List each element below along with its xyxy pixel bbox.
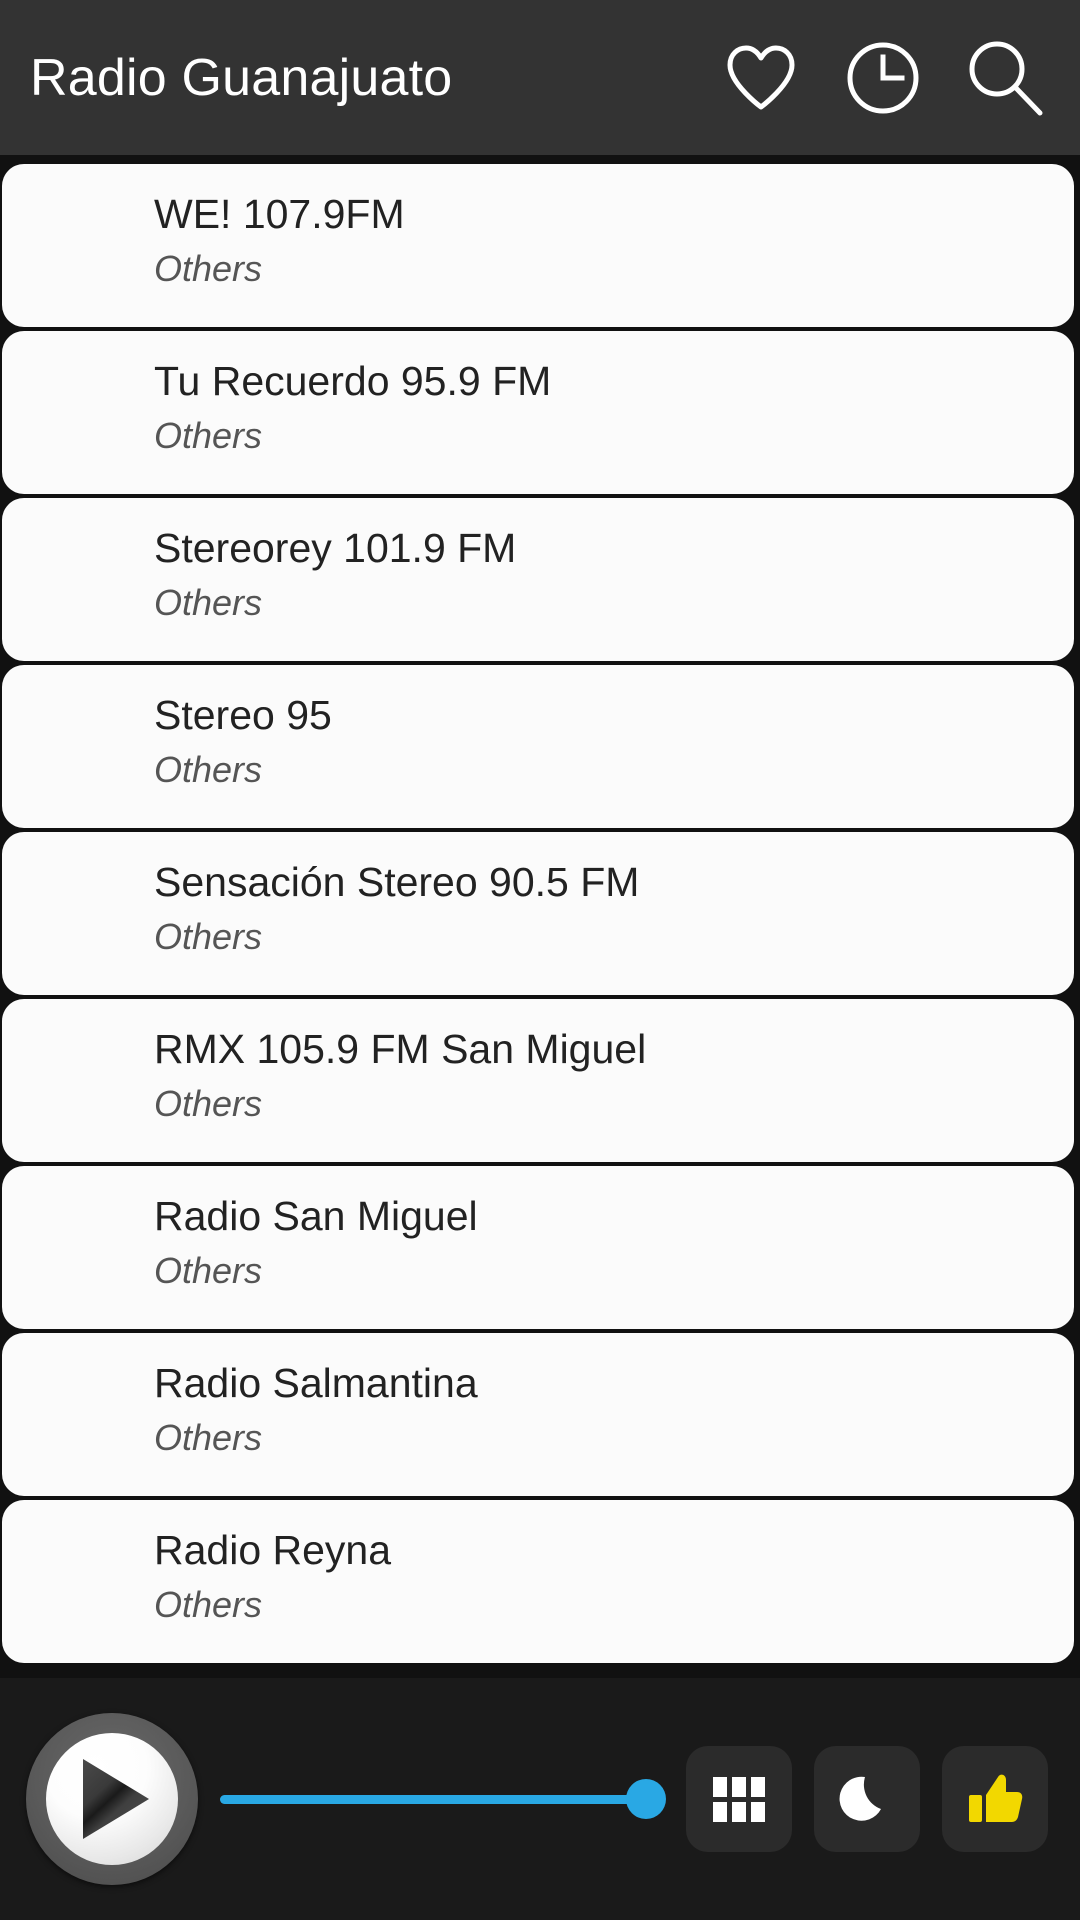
station-name: Tu Recuerdo 95.9 FM <box>154 358 552 404</box>
station-list-item[interactable]: Radio Salmantina Others <box>2 1333 1074 1496</box>
station-genre: Others <box>154 916 263 958</box>
station-list-item[interactable]: Radio San Miguel Others <box>2 1166 1074 1329</box>
app-header: Radio Guanajuato <box>0 0 1080 155</box>
volume-thumb[interactable] <box>626 1779 666 1819</box>
station-genre: Others <box>154 749 263 791</box>
radio-app-screen: Radio Guanajuato WE! 107.9FM Others Tu R… <box>0 0 1080 1920</box>
volume-fill <box>220 1794 646 1804</box>
header-actions <box>718 35 1054 121</box>
station-genre: Others <box>154 1584 263 1626</box>
page-title: Radio Guanajuato <box>30 48 453 107</box>
station-genre: Others <box>154 582 263 624</box>
player-bar <box>0 1678 1080 1920</box>
station-list-item[interactable]: Stereorey 101.9 FM Others <box>2 498 1074 661</box>
like-button[interactable] <box>942 1746 1048 1852</box>
station-list-item[interactable]: Tu Recuerdo 95.9 FM Others <box>2 331 1074 494</box>
heart-icon <box>724 44 798 112</box>
search-button[interactable] <box>962 35 1048 121</box>
search-icon <box>964 37 1046 119</box>
station-genre: Others <box>154 248 263 290</box>
station-list[interactable]: WE! 107.9FM Others Tu Recuerdo 95.9 FM Othe… <box>0 155 1080 1678</box>
station-name: Stereorey 101.9 FM <box>154 525 517 571</box>
station-name: RMX 105.9 FM San Miguel <box>154 1026 647 1072</box>
station-name: Radio Reyna <box>154 1527 392 1573</box>
play-button[interactable] <box>26 1713 198 1885</box>
station-genre: Others <box>154 1417 263 1459</box>
play-icon <box>69 1755 155 1843</box>
station-list-item[interactable]: Radio Reyna Others <box>2 1500 1074 1663</box>
volume-track <box>220 1779 666 1819</box>
station-name: Sensación Stereo 90.5 FM <box>154 859 640 905</box>
station-name: Stereo 95 <box>154 692 332 738</box>
moon-icon <box>839 1771 895 1827</box>
clock-icon <box>845 40 921 116</box>
station-genre: Others <box>154 1250 263 1292</box>
station-list-item[interactable]: RMX 105.9 FM San Miguel Others <box>2 999 1074 1162</box>
station-genre: Others <box>154 415 263 457</box>
station-list-item[interactable]: WE! 107.9FM Others <box>2 164 1074 327</box>
station-list-item[interactable]: Sensación Stereo 90.5 FM Others <box>2 832 1074 995</box>
station-name: WE! 107.9FM <box>154 191 405 237</box>
stations-grid-button[interactable] <box>686 1746 792 1852</box>
volume-slider[interactable] <box>220 1769 666 1829</box>
favorites-button[interactable] <box>718 35 804 121</box>
station-name: Radio San Miguel <box>154 1193 478 1239</box>
station-list-item[interactable]: Stereo 95 Others <box>2 665 1074 828</box>
thumbs-up-icon <box>965 1769 1025 1829</box>
history-button[interactable] <box>840 35 926 121</box>
sleep-timer-button[interactable] <box>814 1746 920 1852</box>
grid-icon <box>713 1776 765 1822</box>
play-button-face <box>46 1733 178 1865</box>
station-genre: Others <box>154 1083 263 1125</box>
station-name: Radio Salmantina <box>154 1360 478 1406</box>
